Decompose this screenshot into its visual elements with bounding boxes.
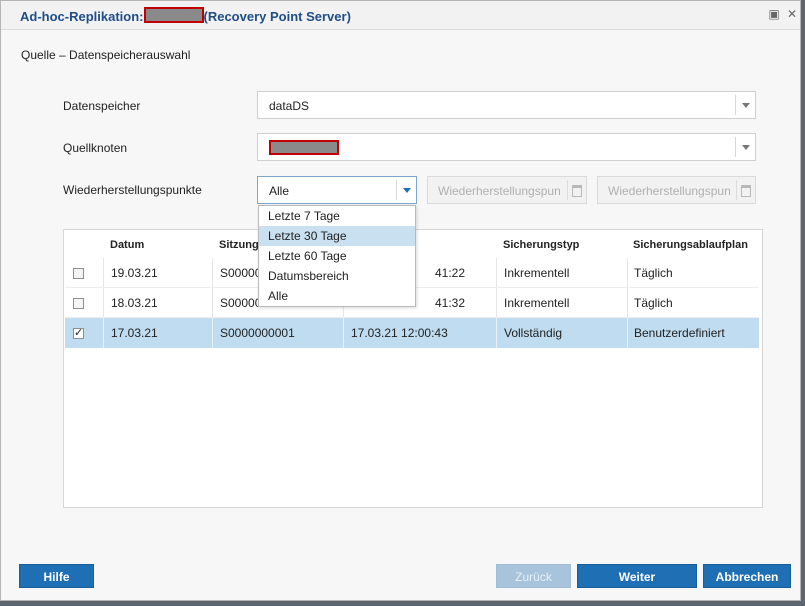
next-button[interactable]: Weiter [577,564,697,588]
cell-schedule: Benutzerdefiniert [634,326,725,340]
column-header-date[interactable]: Datum [110,239,144,251]
cell-time: 41:32 [435,296,466,310]
cell-date: 17.03.21 [111,326,158,340]
cell-time: 41:22 [435,266,466,280]
datastore-label: Datenspeicher [63,99,141,113]
help-button[interactable]: Hilfe [19,564,94,588]
cell-session: S00000 [220,266,262,280]
recovery-points-dropdown: Letzte 7 Tage Letzte 30 Tage Letzte 60 T… [258,205,416,307]
row-checkbox[interactable] [73,326,84,340]
chevron-down-icon[interactable] [735,137,755,157]
redacted-source-node [269,140,339,155]
section-title: Quelle – Datenspeicherauswahl [21,48,191,62]
recovery-points-value: Alle [269,184,290,198]
title-suffix: (Recovery Point Server) [203,9,351,24]
option-last-7-days[interactable]: Letzte 7 Tage [259,206,415,226]
row-checkbox[interactable] [73,298,84,309]
column-header-schedule[interactable]: Sicherungsablaufplan [633,239,748,251]
title-bar: Ad-hoc-Replikation: (Recovery Point Serve… [1,1,800,30]
replication-dialog: Ad-hoc-Replikation: (Recovery Point Serve… [0,0,801,601]
date-from-field[interactable]: Wiederherstellungspunkt [427,176,587,204]
date-to-field[interactable]: Wiederherstellungspunkt [597,176,756,204]
cell-time: 17.03.21 12:00:43 [351,326,448,340]
option-all[interactable]: Alle [259,286,415,306]
date-from-placeholder: Wiederherstellungspunkt [438,184,560,198]
cell-backup-type: Inkrementell [504,266,570,280]
calendar-icon[interactable] [736,180,755,200]
source-node-label: Quellknoten [63,141,128,155]
recovery-points-label: Wiederherstellungspunkte [63,183,202,197]
cell-date: 19.03.21 [111,266,158,280]
datastore-value: dataDS [269,99,310,113]
option-date-range[interactable]: Datumsbereich [259,266,415,286]
title-prefix: Ad-hoc-Replikation: [20,9,144,24]
cell-session: S00000 [220,296,262,310]
redacted-server-name [143,7,204,23]
chevron-down-icon[interactable] [396,180,416,200]
chevron-down-icon[interactable] [735,95,755,115]
back-button[interactable]: Zurück [496,564,571,588]
option-last-60-days[interactable]: Letzte 60 Tage [259,246,415,266]
cell-schedule: Täglich [634,266,673,280]
close-icon[interactable]: ✕ [786,8,798,20]
row-checkbox[interactable] [73,268,84,279]
option-last-30-days[interactable]: Letzte 30 Tage [259,226,415,246]
column-header-session[interactable]: Sitzung [219,239,259,251]
date-to-placeholder: Wiederherstellungspunkt [608,184,730,198]
cell-session: S0000000001 [220,326,295,340]
cell-schedule: Täglich [634,296,673,310]
column-header-backup-type[interactable]: Sicherungstyp [503,239,579,251]
datastore-select[interactable]: dataDS [257,91,756,119]
recovery-points-select[interactable]: Alle [257,176,417,204]
cell-date: 18.03.21 [111,296,158,310]
cell-backup-type: Vollständig [504,326,563,340]
restore-icon[interactable]: ▣ [768,8,780,20]
source-node-select[interactable] [257,133,756,161]
table-row-selected[interactable]: 17.03.21 S0000000001 17.03.21 12:00:43 V… [65,318,759,348]
dialog-title: Ad-hoc-Replikation: (Recovery Point Serve… [20,7,351,24]
cell-backup-type: Inkrementell [504,296,570,310]
calendar-icon[interactable] [567,180,586,200]
cancel-button[interactable]: Abbrechen [703,564,791,588]
